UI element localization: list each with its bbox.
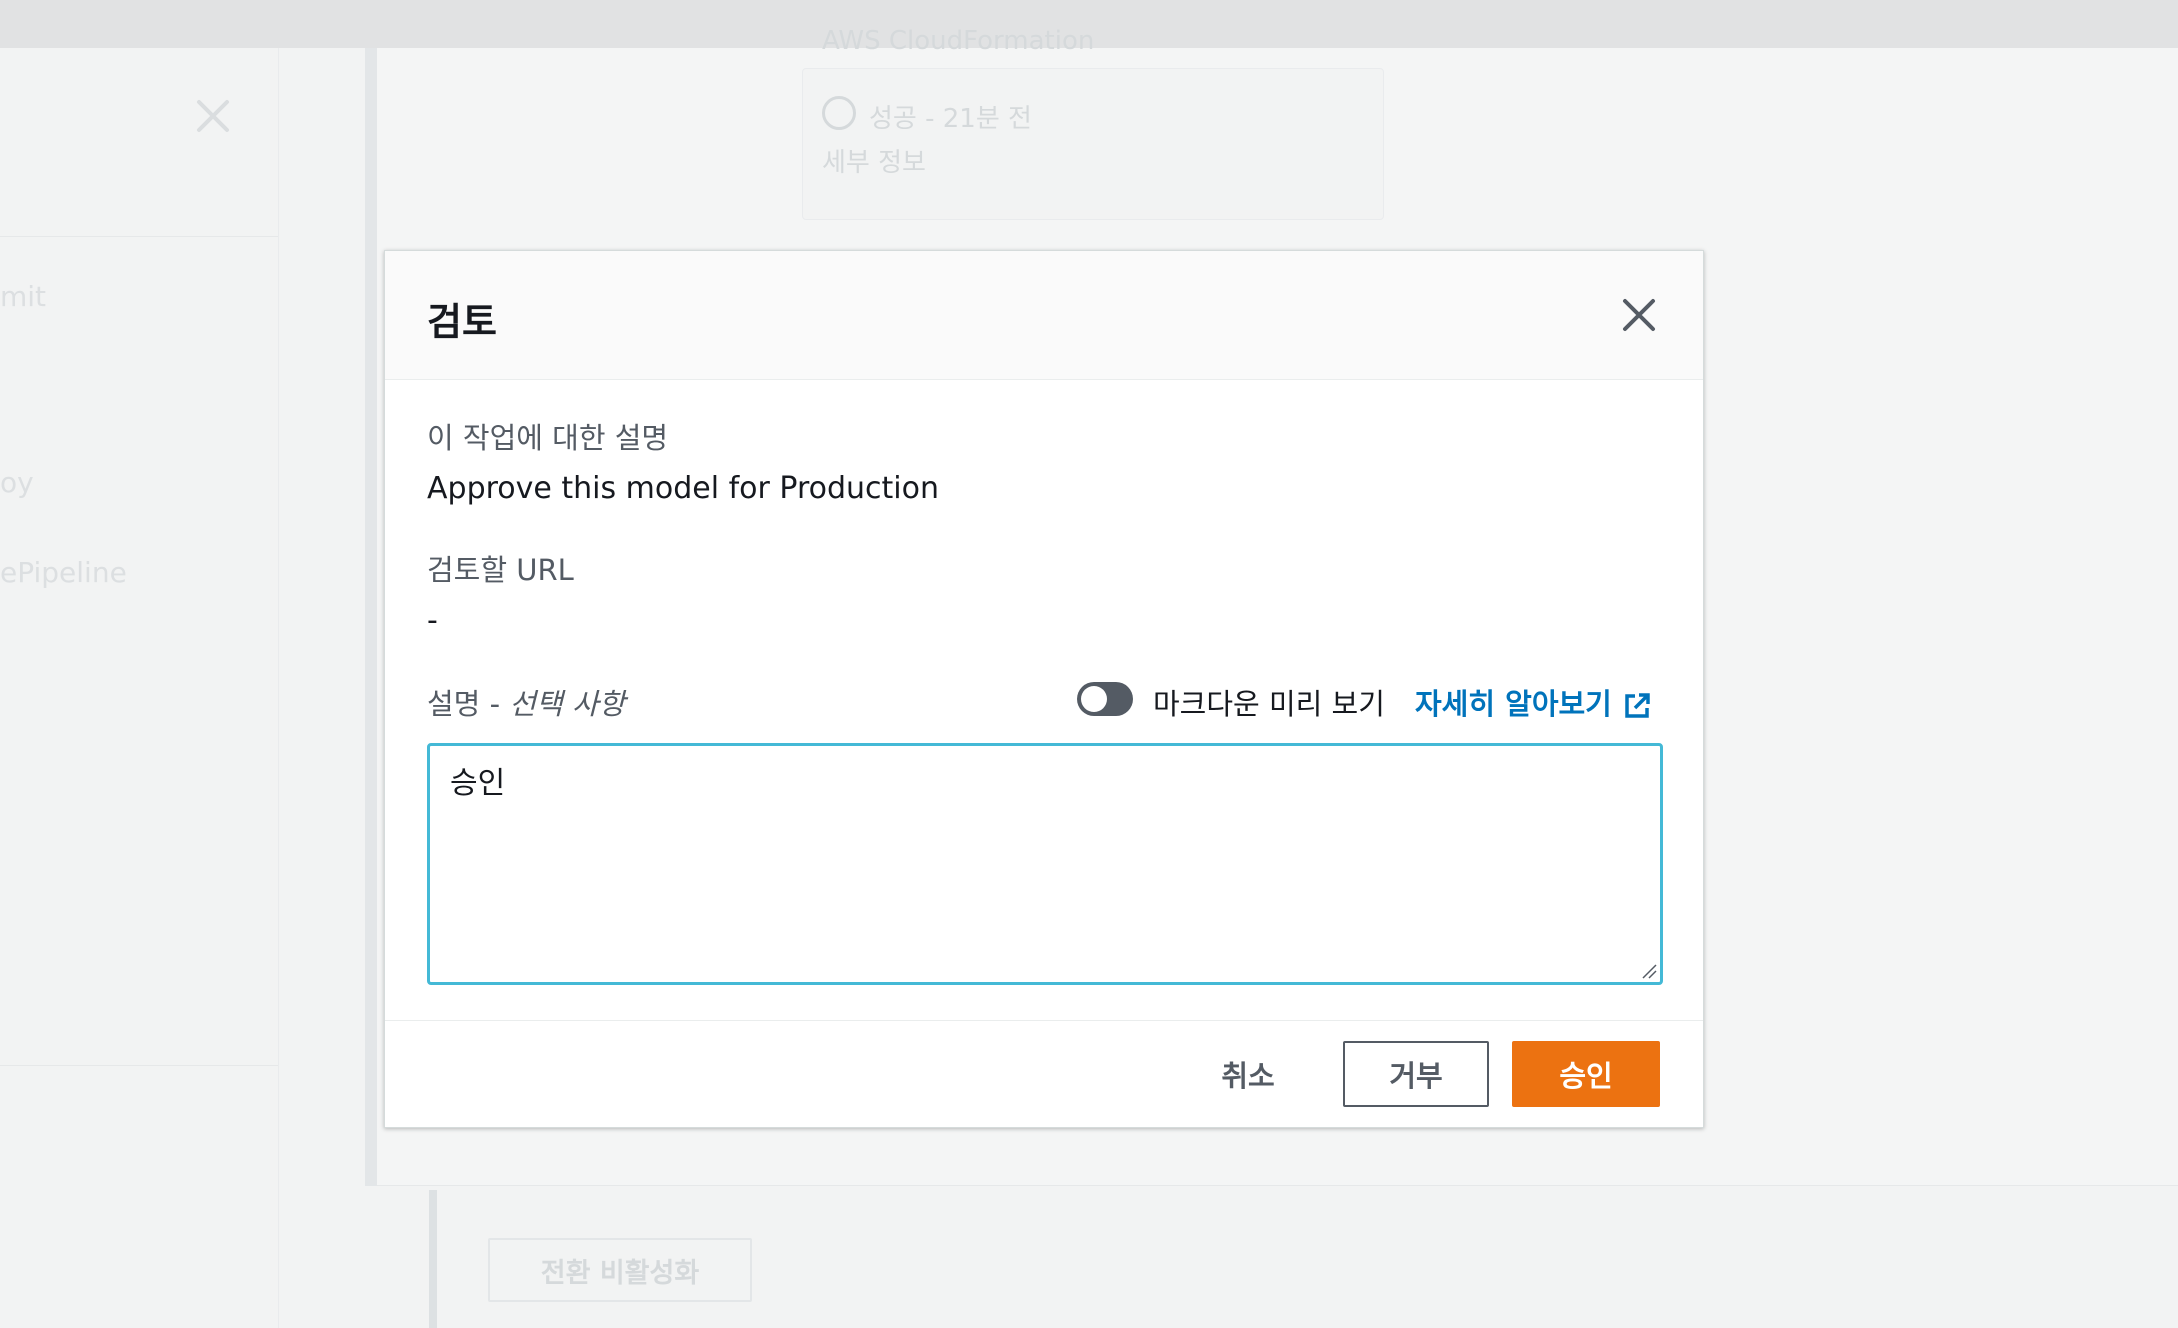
- background-action-link: AWS CloudFormation: [822, 26, 1095, 56]
- toggle-knob: [1081, 686, 1107, 712]
- review-url-label: 검토할 URL: [427, 553, 574, 587]
- description-label: 이 작업에 대한 설명: [427, 421, 669, 455]
- stage-stripe: [365, 48, 377, 1186]
- close-icon: [197, 100, 229, 132]
- comment-label: 설명 - 선택 사항: [427, 681, 625, 723]
- background-status-text: 성공 - 21분 전: [869, 104, 1032, 134]
- background-side-panel: mit oy ePipeline: [0, 48, 279, 1328]
- pipeline-connector: [429, 1190, 437, 1328]
- external-link-icon: [1625, 693, 1650, 718]
- reject-button[interactable]: 거부: [1343, 1041, 1489, 1107]
- side-panel-item: mit: [0, 280, 47, 313]
- comment-label-main: 설명 -: [427, 687, 510, 721]
- learn-more-link[interactable]: 자세히 알아보기: [1415, 681, 1652, 723]
- review-modal: 검토 이 작업에 대한 설명 Approve this model for Pr…: [384, 250, 1704, 1128]
- approve-button[interactable]: 승인: [1512, 1041, 1660, 1107]
- description-value: Approve this model for Production: [427, 471, 940, 506]
- review-url-value: -: [427, 603, 438, 638]
- markdown-preview-toggle[interactable]: [1077, 682, 1133, 716]
- close-icon[interactable]: [1617, 293, 1661, 337]
- divider: [0, 236, 278, 237]
- resize-handle-icon[interactable]: [1639, 961, 1657, 979]
- modal-header: 검토: [385, 251, 1703, 380]
- markdown-preview-label: 마크다운 미리 보기: [1153, 687, 1385, 721]
- cancel-button[interactable]: 취소: [1193, 1041, 1303, 1107]
- side-panel-item: oy: [0, 466, 34, 499]
- comment-textarea[interactable]: [427, 743, 1663, 985]
- comment-label-optional: 선택 사항: [509, 687, 626, 721]
- background-details-link: 세부 정보: [822, 148, 926, 178]
- divider: [0, 1065, 278, 1066]
- modal-footer: 취소 거부 승인: [385, 1020, 1703, 1129]
- disable-transition-button: 전환 비활성화: [488, 1238, 752, 1302]
- modal-title: 검토: [427, 300, 497, 344]
- check-circle-icon: [822, 96, 856, 130]
- learn-more-text: 자세히 알아보기: [1415, 687, 1612, 721]
- side-panel-item: ePipeline: [0, 556, 127, 589]
